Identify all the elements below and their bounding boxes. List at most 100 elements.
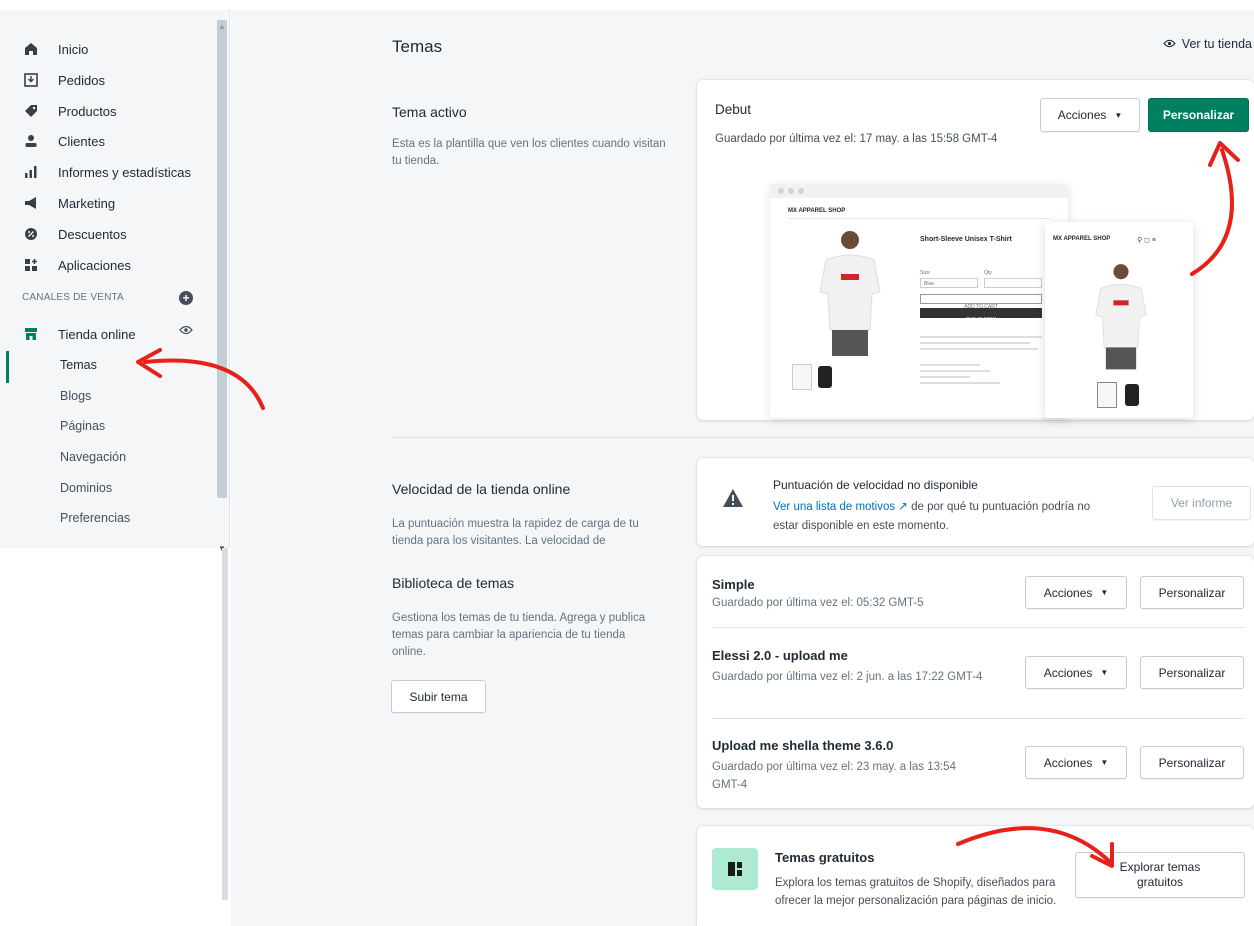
sidebar-scrollbar[interactable]: [217, 20, 227, 498]
nav-label: Productos: [58, 103, 117, 119]
thumbnail-white: [792, 364, 812, 390]
view-store-label: Ver tu tienda: [1181, 37, 1252, 51]
nav-label: Marketing: [58, 195, 116, 211]
nav-label: Clientes: [58, 133, 105, 149]
eye-icon: [1163, 37, 1176, 51]
view-store-link[interactable]: Ver tu tienda: [1163, 37, 1252, 51]
preview-buy-now: BUY IT NOW: [966, 317, 996, 323]
theme-saved: Guardado por última vez el: 17 may. a la…: [715, 133, 998, 145]
page-title: Temas: [392, 37, 443, 56]
row-divider: [712, 627, 1244, 628]
actions-dropdown[interactable]: Acciones ▼: [1040, 98, 1140, 132]
explore-free-themes-button[interactable]: Explorar temas gratuitos: [1075, 852, 1245, 898]
chevron-down-icon: ▼: [1100, 758, 1109, 767]
library-customize-button[interactable]: Personalizar: [1140, 576, 1244, 609]
library-theme-saved: Guardado por última vez el: 23 may. a la…: [712, 761, 956, 791]
nav-label: Aplicaciones: [58, 257, 131, 273]
preview-size-label: Size: [920, 270, 930, 276]
preview-qty-label: Qty: [984, 270, 992, 276]
free-themes-icon: [712, 848, 758, 890]
mobile-model-photo: [1095, 264, 1147, 370]
browser-bar: [770, 184, 1068, 198]
free-themes-description: Explora los temas gratuitos de Shopify, …: [775, 877, 1057, 907]
preview-size-value: Blue: [924, 281, 935, 287]
chevron-down-icon: ▼: [1114, 110, 1123, 120]
nav-label: Inicio: [58, 41, 89, 57]
chevron-down-icon: ▼: [1100, 588, 1109, 597]
thumbnail-black: [818, 366, 832, 388]
subnav-paginas[interactable]: Páginas: [60, 414, 105, 438]
customize-button[interactable]: Personalizar: [1148, 98, 1249, 132]
preview-product-title: Short-Sleeve Unisex T-Shirt: [920, 236, 1012, 243]
scroll-up-icon[interactable]: ▲: [218, 22, 226, 31]
free-themes-title: Temas gratuitos: [775, 850, 875, 865]
speed-unavailable-text: Ver una lista de motivos ↗ de por qué tu…: [773, 498, 1103, 536]
nav-item-inicio[interactable]: Inicio: [22, 36, 88, 62]
reasons-link[interactable]: Ver una lista de motivos: [773, 501, 895, 513]
sidebar-edge: [222, 548, 228, 900]
nav-item-marketing[interactable]: Marketing: [22, 190, 115, 216]
nav-label: Pedidos: [58, 72, 105, 88]
mobile-header-icons: ⚲ ◻ ≡: [1137, 237, 1156, 244]
external-link-icon: ↗: [898, 501, 908, 513]
actions-label: Acciones: [1057, 108, 1107, 122]
model-photo: [819, 231, 881, 356]
library-heading: Biblioteca de temas: [392, 575, 515, 591]
actions-label: Acciones: [1043, 665, 1093, 680]
mobile-thumbnail-white: [1097, 382, 1117, 408]
store-icon: [22, 325, 40, 343]
eye-icon[interactable]: [179, 324, 193, 338]
speed-unavailable-heading: Puntuación de velocidad no disponible: [773, 478, 978, 492]
nav-item-aplicaciones[interactable]: Aplicaciones: [22, 252, 131, 278]
nav-item-pedidos[interactable]: Pedidos: [22, 67, 105, 93]
active-theme-heading: Tema activo: [392, 104, 467, 120]
actions-label: Acciones: [1043, 585, 1093, 600]
upload-theme-button[interactable]: Subir tema: [391, 680, 486, 713]
mobile-thumbnail-black: [1125, 384, 1139, 406]
nav-item-clientes[interactable]: Clientes: [22, 128, 105, 154]
preview-mobile-store-name: MX APPAREL SHOP: [1053, 236, 1111, 242]
library-theme-name: Upload me shella theme 3.6.0: [712, 738, 894, 753]
nav-item-informes[interactable]: Informes y estadísticas: [22, 159, 191, 185]
view-report-button[interactable]: Ver informe: [1152, 486, 1251, 520]
nav-label: Informes y estadísticas: [58, 164, 191, 180]
nav-label: Tienda online: [58, 326, 136, 342]
add-channel-icon[interactable]: +: [179, 291, 193, 305]
subnav-preferencias[interactable]: Preferencias: [60, 506, 130, 530]
library-theme-saved: Guardado por última vez el: 05:32 GMT-5: [712, 597, 924, 609]
bar-chart-icon: [22, 163, 40, 181]
theme-preview-mobile: MX APPAREL SHOP ⚲ ◻ ≡: [1045, 222, 1193, 418]
orders-icon: [22, 71, 40, 89]
nav-item-productos[interactable]: Productos: [22, 98, 117, 124]
warning-icon: [722, 488, 744, 513]
megaphone-icon: [22, 194, 40, 212]
library-actions-dropdown[interactable]: Acciones ▼: [1025, 746, 1127, 779]
active-indicator: [6, 351, 9, 383]
library-actions-dropdown[interactable]: Acciones ▼: [1025, 576, 1127, 609]
library-description: Gestiona los temas de tu tienda. Agrega …: [392, 612, 646, 658]
subnav-blogs[interactable]: Blogs: [60, 384, 91, 408]
row-divider: [712, 718, 1244, 719]
subnav-navegacion[interactable]: Navegación: [60, 445, 126, 469]
preview-store-name: MX APPAREL SHOP: [788, 208, 846, 214]
tag-icon: [22, 102, 40, 120]
theme-name: Debut: [715, 102, 752, 117]
library-theme-name: Elessi 2.0 - upload me: [712, 648, 848, 663]
nav-label: Descuentos: [58, 226, 127, 242]
active-theme-description: Esta es la plantilla que ven los cliente…: [392, 138, 666, 167]
library-actions-dropdown[interactable]: Acciones ▼: [1025, 656, 1127, 689]
nav-item-descuentos[interactable]: Descuentos: [22, 221, 127, 247]
actions-label: Acciones: [1043, 755, 1093, 770]
speed-heading: Velocidad de la tienda online: [392, 481, 571, 497]
library-customize-button[interactable]: Personalizar: [1140, 746, 1244, 779]
library-customize-button[interactable]: Personalizar: [1140, 656, 1244, 689]
sidebar: Inicio Pedidos Productos Clientes Inform…: [0, 10, 230, 553]
chevron-down-icon: ▼: [1100, 668, 1109, 677]
theme-preview-desktop: MX APPAREL SHOP Short-Sleeve Unisex T-Sh…: [770, 184, 1068, 418]
subnav-dominios[interactable]: Dominios: [60, 476, 112, 500]
sales-channels-heading: CANALES DE VENTA: [22, 292, 124, 303]
section-divider: [392, 437, 1254, 438]
subnav-temas[interactable]: Temas: [60, 353, 97, 377]
person-icon: [22, 132, 40, 150]
nav-item-tienda-online[interactable]: Tienda online: [22, 321, 136, 347]
